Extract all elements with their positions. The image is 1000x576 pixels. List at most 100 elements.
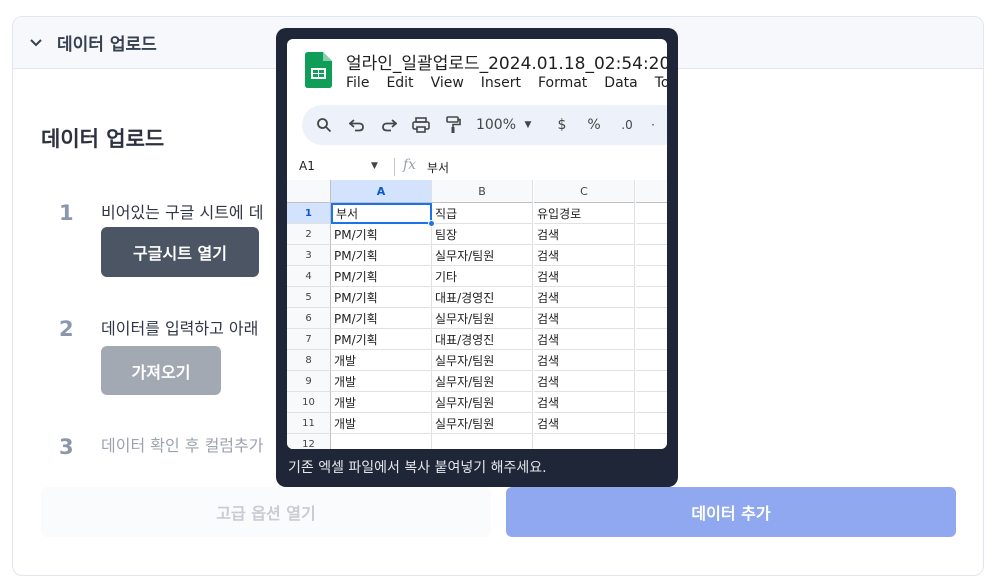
sheet-cell[interactable]: PM/기획 — [331, 308, 432, 329]
sheet-cell[interactable] — [636, 329, 667, 350]
sheet-cell[interactable] — [534, 434, 635, 449]
fill-handle[interactable] — [428, 220, 435, 227]
sheet-cell[interactable]: 직급 — [432, 203, 533, 224]
sheet-cell[interactable] — [636, 371, 667, 392]
sheet-cell[interactable]: 검색 — [534, 287, 635, 308]
sheet-cell[interactable]: PM/기획 — [331, 329, 432, 350]
sheet-cell[interactable] — [636, 266, 667, 287]
menu-edit[interactable]: Edit — [386, 75, 413, 91]
help-tooltip: 얼라인_일괄업로드_2024.01.18_02:54:20 File Edit … — [276, 28, 678, 487]
search-icon[interactable] — [314, 105, 334, 145]
name-box-caret-icon[interactable]: ▼ — [371, 161, 378, 171]
sheet-cell[interactable]: 검색 — [534, 308, 635, 329]
column-header-extra[interactable] — [636, 180, 667, 203]
row-header[interactable]: 10 — [287, 392, 331, 413]
row-header[interactable]: 8 — [287, 350, 331, 371]
sheet-cell[interactable]: 검색 — [534, 413, 635, 434]
row-header[interactable]: 6 — [287, 308, 331, 329]
sheet-cell[interactable]: PM/기획 — [331, 287, 432, 308]
menu-tools[interactable]: Tools — [655, 75, 667, 91]
advanced-options-button[interactable]: 고급 옵션 열기 — [41, 487, 491, 537]
sheet-cell[interactable]: 개발 — [331, 413, 432, 434]
sheet-cell[interactable]: 개발 — [331, 350, 432, 371]
zoom-caret-icon[interactable]: ▼ — [520, 105, 536, 145]
sheet-cell[interactable]: 검색 — [534, 350, 635, 371]
fx-icon: fx — [403, 157, 417, 173]
sheet-cell[interactable]: 실무자/팀원 — [432, 392, 533, 413]
sheet-cell[interactable]: PM/기획 — [331, 245, 432, 266]
sheet-cell[interactable]: PM/기획 — [331, 266, 432, 287]
open-google-sheet-button[interactable]: 구글시트 열기 — [101, 227, 259, 277]
formula-separator — [394, 158, 395, 176]
chevron-down-icon[interactable] — [27, 34, 45, 52]
sheet-cell[interactable]: 대표/경영진 — [432, 287, 533, 308]
currency-format-button[interactable]: $ — [552, 105, 572, 145]
sheet-cell[interactable]: 유입경로 — [534, 203, 635, 224]
row-header[interactable]: 5 — [287, 287, 331, 308]
column-header-b[interactable]: B — [432, 180, 533, 203]
sheet-cell[interactable] — [636, 308, 667, 329]
more-icon[interactable]: · — [646, 105, 660, 145]
menu-insert[interactable]: Insert — [481, 75, 521, 91]
sheet-cell[interactable]: 대표/경영진 — [432, 329, 533, 350]
column-header-c[interactable]: C — [534, 180, 635, 203]
sheet-cell[interactable] — [636, 413, 667, 434]
sheet-cell[interactable]: 검색 — [534, 329, 635, 350]
zoom-select[interactable]: 100% — [472, 105, 520, 145]
column-header-a[interactable]: A — [331, 180, 432, 203]
menu-file[interactable]: File — [346, 75, 369, 91]
row-header[interactable]: 9 — [287, 371, 331, 392]
name-box[interactable]: A1 — [299, 159, 315, 173]
sheet-cell[interactable]: 실무자/팀원 — [432, 350, 533, 371]
row-header[interactable]: 12 — [287, 434, 331, 449]
sheet-cell[interactable]: 검색 — [534, 392, 635, 413]
formula-input[interactable]: 부서 — [427, 159, 449, 176]
sheet-cell[interactable]: 실무자/팀원 — [432, 413, 533, 434]
sheet-cell[interactable] — [331, 434, 432, 449]
sheet-cell[interactable] — [636, 203, 667, 224]
sheet-cell[interactable] — [432, 434, 533, 449]
sheet-cell[interactable] — [636, 287, 667, 308]
sheet-cell[interactable] — [636, 350, 667, 371]
panel-header-title: 데이터 업로드 — [57, 35, 157, 55]
menu-data[interactable]: Data — [604, 75, 637, 91]
decrease-decimal-button[interactable]: .0 — [615, 105, 639, 145]
menu-format[interactable]: Format — [538, 75, 587, 91]
row-header[interactable]: 2 — [287, 224, 331, 245]
paint-format-icon[interactable] — [442, 105, 464, 145]
sheet-cell[interactable]: 기타 — [432, 266, 533, 287]
sheet-cell[interactable]: 실무자/팀원 — [432, 308, 533, 329]
sheet-cell[interactable]: 개발 — [331, 371, 432, 392]
sheet-cell[interactable]: 실무자/팀원 — [432, 371, 533, 392]
sheet-cell[interactable]: 실무자/팀원 — [432, 245, 533, 266]
sheet-cell[interactable]: 개발 — [331, 392, 432, 413]
formula-bar: A1 ▼ fx 부서 — [287, 153, 667, 181]
row-header[interactable]: 3 — [287, 245, 331, 266]
import-button[interactable]: 가져오기 — [101, 346, 221, 395]
sheet-cell[interactable]: 검색 — [534, 266, 635, 287]
add-data-button[interactable]: 데이터 추가 — [506, 487, 956, 537]
row-header[interactable]: 7 — [287, 329, 331, 350]
row-header[interactable]: 4 — [287, 266, 331, 287]
sheet-cell[interactable] — [636, 224, 667, 245]
sheet-cell[interactable]: 검색 — [534, 224, 635, 245]
select-all-corner[interactable] — [287, 180, 331, 203]
percent-format-button[interactable]: % — [583, 105, 605, 145]
menu-view[interactable]: View — [431, 75, 464, 91]
print-icon[interactable] — [410, 105, 432, 145]
redo-icon[interactable] — [378, 105, 400, 145]
tooltip-caption: 기존 엑셀 파일에서 복사 붙여넣기 해주세요. — [288, 460, 547, 476]
sheet-cell[interactable]: 팀장 — [432, 224, 533, 245]
active-cell[interactable]: 부서 — [331, 203, 432, 224]
sheet-cell[interactable]: 검색 — [534, 245, 635, 266]
sheet-toolbar: 100% ▼ $ % .0 · — [302, 105, 667, 145]
sheet-cell[interactable] — [636, 434, 667, 449]
row-header[interactable]: 1 — [287, 203, 331, 224]
sheet-cell[interactable] — [636, 392, 667, 413]
sheet-cell[interactable] — [636, 245, 667, 266]
undo-icon[interactable] — [346, 105, 368, 145]
sheet-cell[interactable]: PM/기획 — [331, 224, 432, 245]
section-title: 데이터 업로드 — [41, 127, 165, 151]
row-header[interactable]: 11 — [287, 413, 331, 434]
sheet-cell[interactable]: 검색 — [534, 371, 635, 392]
